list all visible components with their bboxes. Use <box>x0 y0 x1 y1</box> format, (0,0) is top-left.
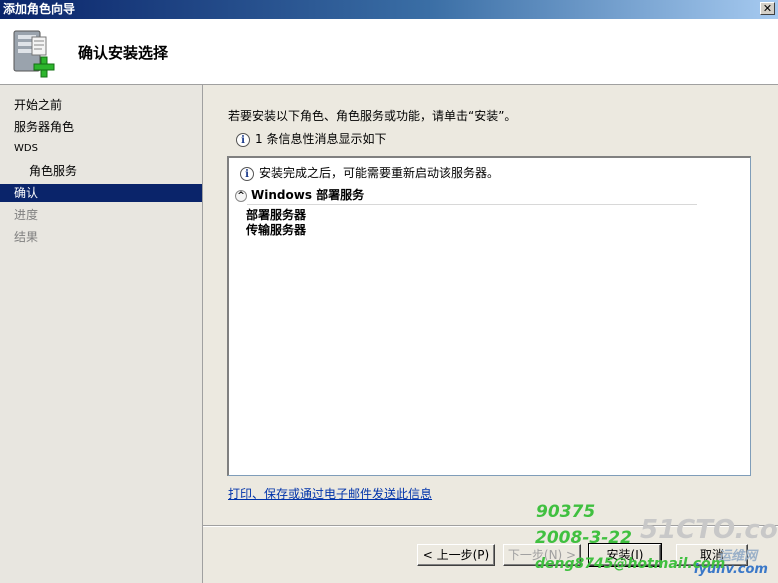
close-icon: ✕ <box>762 2 773 15</box>
watermark-number: 90375 <box>536 502 596 522</box>
list-item: 传输服务器 <box>246 223 307 237</box>
confirmation-list[interactable]: i 安装完成之后，可能需要重新启动该服务器。 ^ Windows 部署服务 部署服务… <box>227 156 751 476</box>
info-icon: i <box>240 166 254 181</box>
step-results: 结果 <box>0 228 202 246</box>
close-button[interactable]: ✕ <box>760 2 775 15</box>
watermark-date: 2008-3-22 <box>535 528 632 548</box>
info-icon: i <box>236 132 250 147</box>
previous-button[interactable]: < 上一步(P) <box>417 544 495 566</box>
print-save-email-link[interactable]: 打印、保存或通过电子邮件发送此信息 <box>228 485 432 502</box>
add-roles-wizard-window: 添加角色向导 ✕ 确认安装选择 开始之前 服务器角色 WDS 角色服务 确认 进… <box>0 0 778 583</box>
step-progress: 进度 <box>0 206 202 224</box>
wizard-header: 确认安装选择 <box>0 19 778 85</box>
window-title: 添加角色向导 <box>3 2 76 16</box>
wizard-steps-sidebar: 开始之前 服务器角色 WDS 角色服务 确认 进度 结果 <box>0 85 203 583</box>
step-confirmation[interactable]: 确认 <box>0 184 202 202</box>
step-label: WDS <box>14 143 38 154</box>
step-label: 角色服务 <box>29 164 78 178</box>
watermark-email: deng8745@hotmail.com <box>535 556 726 572</box>
step-label: 结果 <box>14 230 39 244</box>
watermark-site: 51CTO.com <box>640 515 778 545</box>
list-item: 部署服务器 <box>246 208 307 222</box>
info-count: i 1 条信息性消息显示如下 <box>236 130 386 148</box>
wizard-content: 若要安装以下角色、角色服务或功能，请单击“安装”。 i1 条信息性消息显示如下 … <box>203 85 778 583</box>
step-label: 进度 <box>14 208 39 222</box>
instruction-text: 若要安装以下角色、角色服务或功能，请单击“安装”。 <box>228 109 517 123</box>
restart-info-text: 安装完成之后，可能需要重新启动该服务器。 <box>259 166 500 180</box>
step-wds[interactable]: WDS <box>0 140 202 158</box>
section-title: Windows 部署服务 <box>251 188 365 202</box>
title-bar: 添加角色向导 ✕ <box>0 0 778 19</box>
step-role-services[interactable]: 角色服务 <box>0 162 202 180</box>
section-divider <box>247 204 697 205</box>
chevron-up-icon[interactable]: ^ <box>235 189 247 202</box>
info-count-text: 1 条信息性消息显示如下 <box>255 132 387 146</box>
restart-info-message: i 安装完成之后，可能需要重新启动该服务器。 <box>240 164 499 182</box>
server-add-icon <box>13 30 55 78</box>
section-windows-deployment-services[interactable]: ^ Windows 部署服务 <box>235 186 364 204</box>
step-label: 开始之前 <box>14 98 63 112</box>
step-label: 确认 <box>14 186 39 200</box>
step-label: 服务器角色 <box>14 120 75 134</box>
step-server-roles[interactable]: 服务器角色 <box>0 118 202 136</box>
step-before-you-begin[interactable]: 开始之前 <box>0 96 202 114</box>
page-title: 确认安装选择 <box>78 44 169 62</box>
